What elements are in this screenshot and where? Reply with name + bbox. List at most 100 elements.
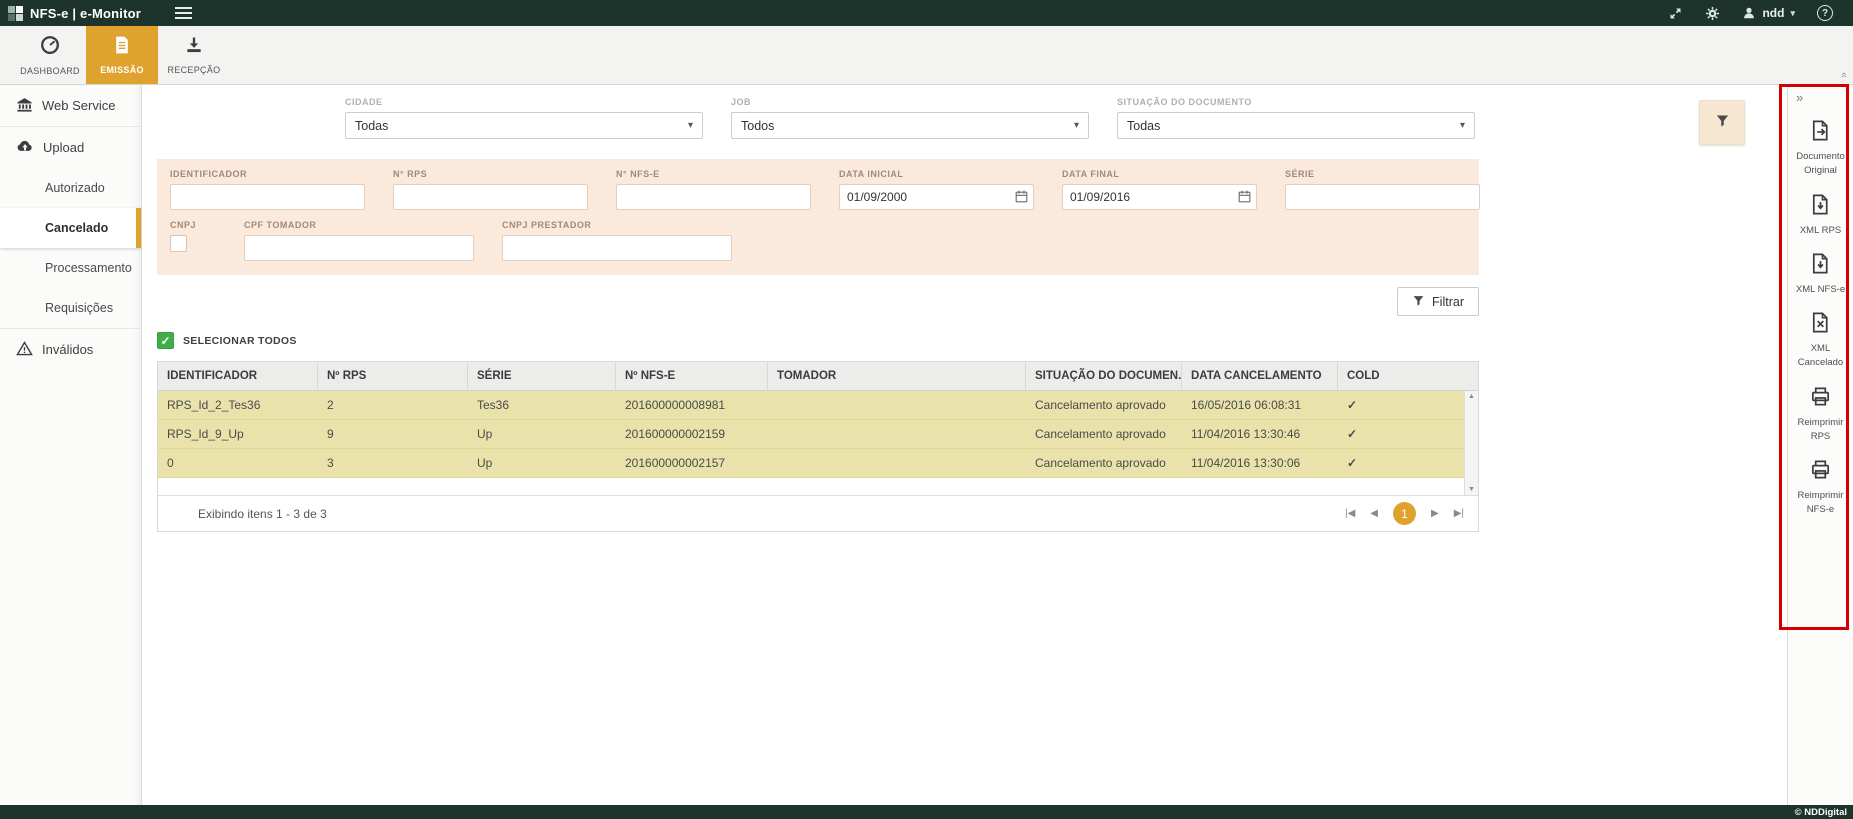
- data-inicial-input[interactable]: [839, 184, 1034, 210]
- current-page-badge[interactable]: 1: [1393, 502, 1416, 525]
- action-documento-original[interactable]: DocumentoOriginal: [1796, 119, 1845, 179]
- toggle-filter-panel-button[interactable]: [1699, 100, 1745, 145]
- collapse-panel-icon[interactable]: »: [1788, 90, 1803, 105]
- select-all-checkbox[interactable]: ✓: [157, 332, 174, 349]
- table-row[interactable]: 0 3 Up 201600000002157 Cancelamento apro…: [158, 449, 1478, 478]
- cell-rps: 2: [318, 391, 468, 419]
- help-icon[interactable]: ?: [1817, 5, 1833, 21]
- fullscreen-icon[interactable]: [1668, 6, 1683, 21]
- cell-situacao: Cancelamento aprovado: [1026, 420, 1182, 448]
- table-body: RPS_Id_2_Tes36 2 Tes36 201600000008981 C…: [158, 391, 1478, 495]
- filter-panel: IDENTIFICADOR N° RPS N° NFS-E DATA INICI…: [157, 159, 1479, 275]
- xml-download-icon: [1809, 193, 1832, 221]
- toolbar-collapse-icon[interactable]: »: [1838, 72, 1850, 78]
- action-xml-rps[interactable]: XML RPS: [1800, 193, 1841, 238]
- cell-nfse: 201600000008981: [616, 391, 768, 419]
- table-scrollbar[interactable]: ▲ ▼: [1464, 391, 1478, 495]
- n-nfse-input[interactable]: [616, 184, 811, 210]
- user-menu[interactable]: ndd ▾: [1742, 6, 1795, 20]
- column-header-situacao[interactable]: SITUAÇÃO DO DOCUMEN...: [1026, 362, 1182, 390]
- serie-input[interactable]: [1285, 184, 1480, 210]
- action-xml-nfse[interactable]: XML NFS-e: [1796, 252, 1845, 297]
- tab-dashboard[interactable]: DASHBOARD: [14, 26, 86, 84]
- identificador-input[interactable]: [170, 184, 365, 210]
- document-icon: [112, 35, 132, 60]
- next-page-icon[interactable]: ▶: [1431, 508, 1439, 519]
- sidebar-subitem-label: Requisições: [45, 301, 113, 315]
- table-row[interactable]: RPS_Id_9_Up 9 Up 201600000002159 Cancela…: [158, 420, 1478, 449]
- cpf-tomador-input[interactable]: [244, 235, 474, 261]
- column-header-serie[interactable]: SÉRIE: [468, 362, 616, 390]
- tab-label: RECEPÇÃO: [168, 65, 221, 75]
- menu-hamburger-icon[interactable]: [175, 7, 192, 19]
- first-page-icon[interactable]: |◀: [1345, 508, 1355, 519]
- n-rps-input[interactable]: [393, 184, 588, 210]
- dashboard-gauge-icon: [39, 34, 61, 61]
- job-value: Todos: [741, 119, 774, 133]
- column-header-identificador[interactable]: IDENTIFICADOR: [158, 362, 318, 390]
- bottom-bar: © NDDigital: [0, 805, 1853, 819]
- action-label: ReimprimirNFS-e: [1798, 489, 1844, 518]
- cold-check-icon: ✓: [1338, 391, 1478, 419]
- cell-rps: 3: [318, 449, 468, 477]
- situacao-select[interactable]: Todas ▾: [1117, 112, 1475, 139]
- action-label: XML RPS: [1800, 224, 1841, 238]
- sidebar-item-requisicoes[interactable]: Requisições: [0, 288, 141, 328]
- sidebar-item-cancelado[interactable]: Cancelado: [0, 208, 141, 248]
- column-header-tomador[interactable]: TOMADOR: [768, 362, 1026, 390]
- action-reimprimir-rps[interactable]: ReimprimirRPS: [1798, 385, 1844, 445]
- cell-nfse: 201600000002157: [616, 449, 768, 477]
- column-header-data-cancelamento[interactable]: DATA CANCELAMENTO: [1182, 362, 1338, 390]
- app-logo-icon: [8, 6, 23, 21]
- sidebar-item-upload[interactable]: Upload: [0, 127, 141, 168]
- last-page-icon[interactable]: ▶|: [1454, 508, 1464, 519]
- column-header-rps[interactable]: Nº RPS: [318, 362, 468, 390]
- cell-identificador: 0: [158, 449, 318, 477]
- column-header-cold[interactable]: COLD: [1338, 362, 1478, 390]
- settings-gears-icon[interactable]: [1705, 6, 1720, 21]
- warning-triangle-icon: [16, 340, 33, 360]
- document-export-icon: [1809, 119, 1832, 147]
- scroll-down-icon[interactable]: ▼: [1468, 486, 1475, 493]
- calendar-icon[interactable]: [1237, 189, 1252, 204]
- table-row[interactable]: RPS_Id_2_Tes36 2 Tes36 201600000008981 C…: [158, 391, 1478, 420]
- job-select[interactable]: Todos ▾: [731, 112, 1089, 139]
- cell-situacao: Cancelamento aprovado: [1026, 391, 1182, 419]
- sidebar-item-web-service[interactable]: Web Service: [0, 85, 141, 126]
- column-header-nfse[interactable]: Nº NFS-E: [616, 362, 768, 390]
- sidebar-subitem-label: Processamento: [45, 261, 132, 275]
- action-xml-cancelado[interactable]: XMLCancelado: [1798, 311, 1843, 371]
- cell-identificador: RPS_Id_2_Tes36: [158, 391, 318, 419]
- sidebar-item-processamento[interactable]: Processamento: [0, 248, 141, 288]
- tab-emissao[interactable]: EMISSÃO: [86, 26, 158, 84]
- sidebar-item-label: Web Service: [42, 98, 115, 113]
- chevron-down-icon: ▾: [1074, 120, 1079, 131]
- xml-cancel-icon: [1809, 311, 1832, 339]
- table-footer: Exibindo itens 1 - 3 de 3 |◀ ◀ 1 ▶ ▶|: [158, 495, 1478, 531]
- cnpj-checkbox[interactable]: [170, 235, 187, 252]
- cold-check-icon: ✓: [1338, 449, 1478, 477]
- sidebar-subitem-label: Cancelado: [45, 221, 108, 235]
- prev-page-icon[interactable]: ◀: [1370, 508, 1378, 519]
- bank-icon: [16, 96, 33, 116]
- scroll-up-icon[interactable]: ▲: [1468, 393, 1475, 400]
- sidebar-item-invalidos[interactable]: Inválidos: [0, 329, 141, 370]
- filtrar-button[interactable]: Filtrar: [1397, 287, 1479, 316]
- data-final-input[interactable]: [1062, 184, 1257, 210]
- cell-data-cancelamento: 11/04/2016 13:30:06: [1182, 449, 1338, 477]
- action-reimprimir-nfse[interactable]: ReimprimirNFS-e: [1798, 458, 1844, 518]
- data-final-label: DATA FINAL: [1062, 169, 1257, 179]
- calendar-icon[interactable]: [1014, 189, 1029, 204]
- data-inicial-label: DATA INICIAL: [839, 169, 1034, 179]
- cnpj-label: CNPJ: [170, 220, 196, 230]
- sidebar-item-autorizado[interactable]: Autorizado: [0, 168, 141, 208]
- cnpj-prestador-input[interactable]: [502, 235, 732, 261]
- cell-identificador: RPS_Id_9_Up: [158, 420, 318, 448]
- tab-recepcao[interactable]: RECEPÇÃO: [158, 26, 230, 84]
- cidade-select[interactable]: Todas ▾: [345, 112, 703, 139]
- cell-tomador: [768, 420, 1026, 448]
- dropdown-filter-row: CIDADE Todas ▾ JOB Todos ▾ SITUAÇÃO DO D…: [157, 97, 1787, 145]
- filtrar-button-label: Filtrar: [1432, 295, 1464, 309]
- module-toolbar: DASHBOARD EMISSÃO RECEPÇÃO »: [0, 26, 1853, 85]
- chevron-down-icon: ▾: [688, 120, 693, 131]
